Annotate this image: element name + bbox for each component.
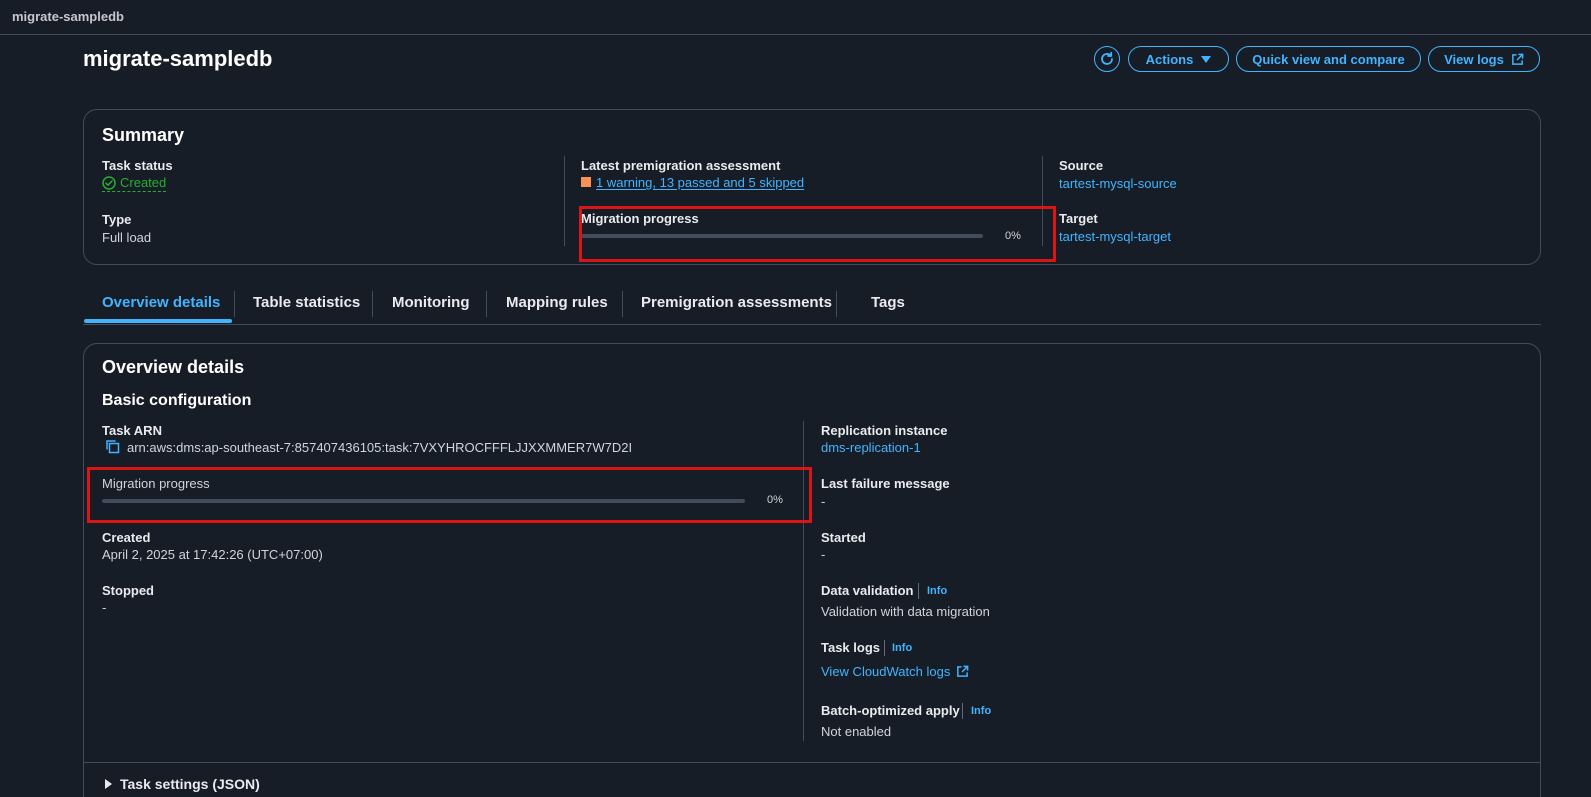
target-endpoint-link[interactable]: tartest-mysql-target bbox=[1059, 229, 1171, 244]
overview-title: Overview details bbox=[102, 357, 245, 377]
column-divider bbox=[564, 156, 565, 246]
active-tab-indicator bbox=[84, 319, 232, 323]
tab-tags[interactable]: Tags bbox=[871, 294, 905, 311]
tab-divider bbox=[234, 291, 235, 317]
task-status-badge: Created bbox=[102, 175, 167, 192]
info-divider bbox=[918, 583, 919, 599]
replication-instance-label: Replication instance bbox=[821, 423, 948, 438]
batch-optimized-apply-info-link[interactable]: Info bbox=[971, 705, 991, 717]
actions-label: Actions bbox=[1145, 51, 1194, 67]
task-settings-label: Task settings (JSON) bbox=[120, 776, 260, 792]
assessment-label: Latest premigration assessment bbox=[581, 158, 781, 173]
tab-divider bbox=[372, 291, 373, 317]
tab-bar: Overview details Table statistics Monito… bbox=[83, 289, 1541, 325]
summary-title: Summary bbox=[102, 125, 185, 145]
assessment-result-link[interactable]: 1 warning, 13 passed and 5 skipped bbox=[596, 175, 804, 190]
refresh-button[interactable] bbox=[1094, 46, 1120, 72]
caret-right-icon bbox=[105, 779, 112, 789]
view-logs-label: View logs bbox=[1444, 51, 1504, 67]
basic-configuration-heading: Basic configuration bbox=[102, 392, 252, 409]
highlight-box bbox=[87, 467, 812, 523]
actions-button[interactable]: Actions bbox=[1128, 46, 1229, 72]
data-validation-label: Data validation bbox=[821, 583, 914, 598]
stopped-label: Stopped bbox=[102, 583, 154, 598]
target-label: Target bbox=[1059, 211, 1098, 226]
copy-icon[interactable] bbox=[105, 439, 120, 454]
task-arn-label: Task ARN bbox=[102, 423, 162, 438]
top-bar: migrate-sampledb bbox=[0, 0, 1591, 35]
overview-details-card: Overview details Basic configuration Tas… bbox=[83, 343, 1541, 797]
task-status-label: Task status bbox=[102, 158, 173, 173]
task-arn-value: arn:aws:dms:ap-southeast-7:857407436105:… bbox=[127, 440, 633, 455]
highlight-box bbox=[579, 206, 1056, 262]
created-value: April 2, 2025 at 17:42:26 (UTC+07:00) bbox=[102, 547, 323, 562]
source-endpoint-link[interactable]: tartest-mysql-source bbox=[1059, 176, 1177, 191]
data-validation-info-link[interactable]: Info bbox=[927, 585, 947, 597]
tab-mapping-rules[interactable]: Mapping rules bbox=[506, 294, 608, 311]
last-failure-label: Last failure message bbox=[821, 476, 950, 491]
last-failure-value: - bbox=[821, 494, 826, 509]
view-logs-button[interactable]: View logs bbox=[1428, 46, 1540, 72]
tab-divider bbox=[486, 291, 487, 317]
type-value: Full load bbox=[102, 230, 152, 245]
tab-divider bbox=[836, 291, 837, 317]
warning-icon bbox=[581, 177, 591, 187]
info-divider bbox=[884, 640, 885, 656]
external-link-icon bbox=[957, 665, 969, 677]
status-success-icon bbox=[102, 175, 116, 190]
batch-optimized-apply-label: Batch-optimized apply bbox=[821, 703, 960, 718]
quick-view-compare-button[interactable]: Quick view and compare bbox=[1236, 46, 1421, 72]
external-link-icon bbox=[1511, 53, 1524, 65]
stopped-value: - bbox=[102, 600, 107, 615]
task-logs-label: Task logs bbox=[821, 640, 881, 655]
breadcrumb[interactable]: migrate-sampledb bbox=[12, 9, 124, 24]
replication-instance-link[interactable]: dms-replication-1 bbox=[821, 440, 921, 455]
started-label: Started bbox=[821, 530, 866, 545]
tab-premigration-assessments[interactable]: Premigration assessments bbox=[641, 294, 832, 311]
batch-optimized-apply-value: Not enabled bbox=[821, 724, 892, 739]
section-divider bbox=[84, 762, 1540, 763]
task-logs-info-link[interactable]: Info bbox=[892, 642, 912, 654]
caret-down-icon bbox=[1201, 55, 1212, 63]
created-label: Created bbox=[102, 530, 151, 545]
task-status-value: Created bbox=[120, 175, 167, 190]
cloudwatch-logs-link[interactable]: View CloudWatch logs bbox=[821, 664, 969, 679]
info-divider bbox=[962, 703, 963, 719]
source-label: Source bbox=[1059, 158, 1104, 173]
tab-table-statistics[interactable]: Table statistics bbox=[253, 294, 360, 311]
tab-divider bbox=[622, 291, 623, 317]
task-settings-expander[interactable]: Task settings (JSON) bbox=[105, 776, 260, 792]
tab-overview-details[interactable]: Overview details bbox=[102, 294, 220, 311]
tab-monitoring[interactable]: Monitoring bbox=[392, 294, 469, 311]
started-value: - bbox=[821, 547, 826, 562]
data-validation-value: Validation with data migration bbox=[821, 604, 990, 619]
refresh-icon bbox=[1101, 51, 1113, 65]
cloudwatch-logs-label: View CloudWatch logs bbox=[821, 664, 951, 679]
page-title: migrate-sampledb bbox=[83, 46, 273, 71]
type-label: Type bbox=[102, 212, 132, 227]
